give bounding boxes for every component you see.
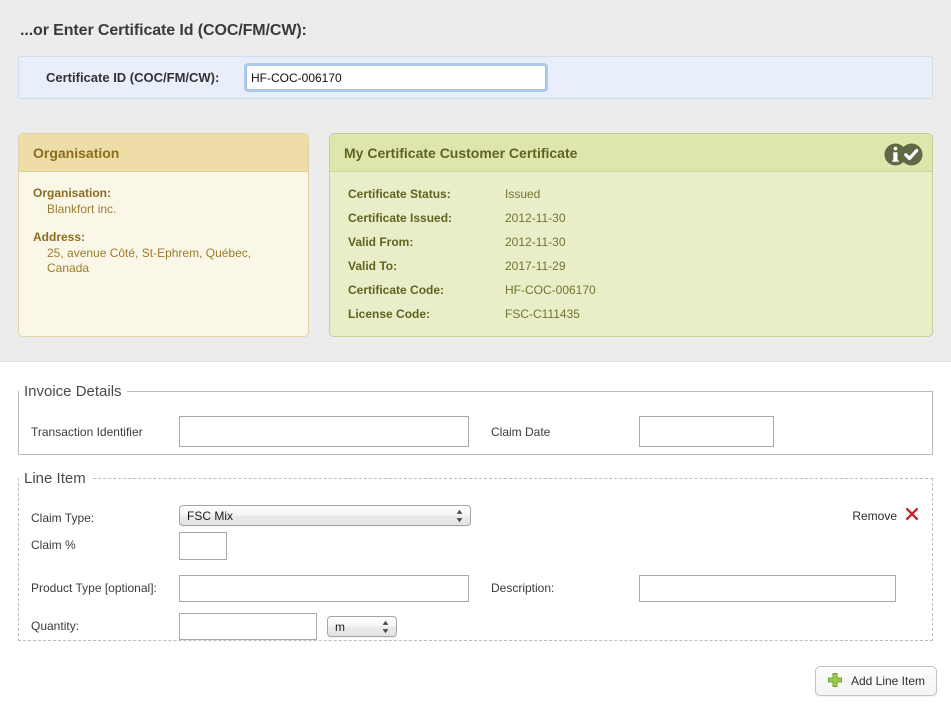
license-code-label: License Code: [348, 307, 431, 321]
certificate-panel-title: My Certificate Customer Certificate [344, 145, 578, 161]
organisation-name-label: Organisation: [33, 186, 112, 200]
certificate-detail-row: Certificate Status: Issued [348, 182, 932, 206]
valid-from-label: Valid From: [348, 235, 414, 249]
page-title: ...or Enter Certificate Id (COC/FM/CW): [20, 22, 307, 39]
description-label: Description: [491, 581, 555, 595]
quantity-unit-select[interactable]: m [327, 616, 397, 637]
check-icon[interactable] [900, 143, 923, 166]
certificate-status-label: Certificate Status: [348, 187, 451, 201]
invoice-details-legend: Invoice Details [24, 383, 122, 400]
claim-date-label: Claim Date [491, 425, 551, 439]
organisation-address-label: Address: [33, 230, 86, 244]
claim-percent-input[interactable] [179, 532, 227, 560]
certificate-panel-icons [884, 143, 923, 166]
certificate-id-input[interactable] [246, 65, 546, 90]
organisation-field: Organisation: Blankfort inc. [33, 186, 294, 217]
plus-icon [827, 672, 843, 691]
certificate-issued-value: 2012-11-30 [505, 211, 566, 225]
claim-date-input[interactable] [639, 416, 774, 447]
organisation-panel-header: Organisation [19, 134, 308, 172]
remove-line-item-label: Remove [852, 508, 897, 523]
organisation-address-field: Address: 25, avenue Côté, St-Ephrem, Qué… [33, 230, 294, 276]
organisation-name-value: Blankfort inc. [47, 202, 117, 216]
claim-percent-label: Claim % [31, 538, 76, 552]
license-code-value: FSC-C111435 [505, 307, 580, 321]
certificate-id-bar: Certificate ID (COC/FM/CW): [18, 56, 933, 99]
certificate-panel: My Certificate Customer Certificate Cert… [329, 133, 933, 337]
claim-type-select[interactable]: FSC Mix [179, 505, 471, 526]
upper-panel-region: ...or Enter Certificate Id (COC/FM/CW): … [0, 0, 951, 362]
product-type-input[interactable] [179, 575, 469, 602]
description-input[interactable] [639, 575, 896, 602]
claim-type-label: Claim Type: [31, 511, 95, 525]
chevron-updown-icon [455, 508, 464, 523]
quantity-label: Quantity: [31, 619, 80, 633]
certificate-detail-row: Valid From: 2012-11-30 [348, 230, 932, 254]
certificate-detail-row: License Code: FSC-C111435 [348, 302, 932, 326]
quantity-input[interactable] [179, 613, 317, 640]
organisation-panel-body: Organisation: Blankfort inc. Address: 25… [19, 172, 308, 299]
certificate-issued-label: Certificate Issued: [348, 211, 453, 225]
remove-line-item-button[interactable]: Remove [852, 506, 920, 525]
certificate-details-list: Certificate Status: Issued Certificate I… [330, 172, 932, 326]
invoice-details-fieldset: Invoice Details Transaction Identifier C… [18, 383, 933, 455]
product-type-label: Product Type [optional]: [31, 581, 157, 595]
claim-type-selected-value: FSC Mix [187, 508, 233, 523]
organisation-panel-title: Organisation [33, 145, 120, 161]
close-icon[interactable] [904, 506, 920, 525]
certificate-detail-row: Certificate Issued: 2012-11-30 [348, 206, 932, 230]
certificate-panel-header: My Certificate Customer Certificate [330, 134, 932, 172]
add-line-item-button[interactable]: Add Line Item [815, 666, 937, 696]
organisation-address-value: 25, avenue Côté, St-Ephrem, Québec, Cana… [47, 246, 252, 275]
valid-to-value: 2017-11-29 [505, 259, 566, 273]
transaction-identifier-label: Transaction Identifier [31, 425, 143, 439]
certificate-status-value: Issued [505, 187, 541, 201]
line-item-legend: Line Item [24, 470, 86, 487]
certificate-code-value: HF-COC-006170 [505, 283, 596, 297]
form-region: Invoice Details Transaction Identifier C… [0, 363, 951, 707]
line-item-fieldset: Line Item Remove Claim Type: FSC Mix Cla… [18, 470, 933, 641]
certificate-detail-row: Valid To: 2017-11-29 [348, 254, 932, 278]
chevron-updown-icon [381, 619, 390, 634]
certificate-id-label: Certificate ID (COC/FM/CW): [46, 70, 220, 85]
certificate-code-label: Certificate Code: [348, 283, 445, 297]
valid-to-label: Valid To: [348, 259, 398, 273]
organisation-panel: Organisation Organisation: Blankfort inc… [18, 133, 309, 337]
transaction-identifier-input[interactable] [179, 416, 469, 447]
certificate-detail-row: Certificate Code: HF-COC-006170 [348, 278, 932, 302]
quantity-unit-selected-value: m [335, 619, 345, 634]
valid-from-value: 2012-11-30 [505, 235, 566, 249]
add-line-item-label: Add Line Item [850, 674, 926, 688]
